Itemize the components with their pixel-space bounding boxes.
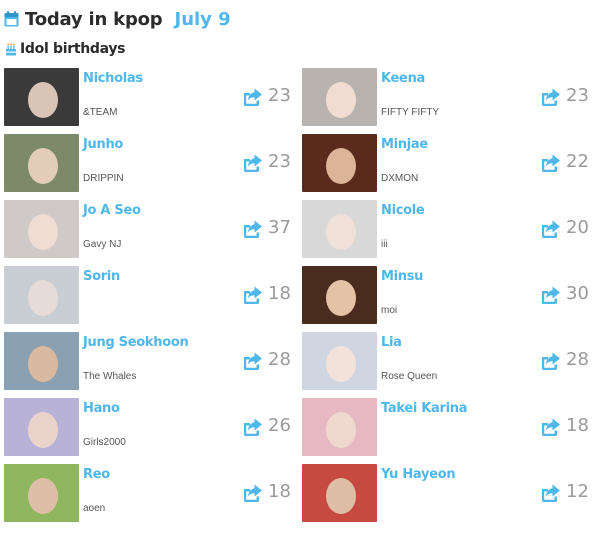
idol-photo[interactable] <box>302 332 377 390</box>
idol-photo[interactable] <box>4 68 79 126</box>
share-count: 28 <box>566 349 589 370</box>
idol-group[interactable]: The Whales <box>83 371 136 382</box>
birthday-list-item[interactable]: Sorin 18 <box>4 266 300 332</box>
idol-photo[interactable] <box>302 398 377 456</box>
birthday-list-item[interactable]: Keena FIFTY FIFTY 23 <box>302 68 598 134</box>
share-icon[interactable] <box>539 417 561 437</box>
idol-name[interactable]: Keena <box>381 71 425 86</box>
idol-photo[interactable] <box>4 200 79 258</box>
share-count: 23 <box>566 85 589 106</box>
page-header: Today in kpop July 9 <box>4 6 231 32</box>
birthday-list-item[interactable]: Reo aoen 18 <box>4 464 300 530</box>
birthday-list-item[interactable]: Minsu moi 30 <box>302 266 598 332</box>
idol-photo[interactable] <box>4 134 79 192</box>
share-icon[interactable] <box>539 219 561 239</box>
idol-group[interactable]: aoen <box>83 503 105 514</box>
section-header: Idol birthdays <box>5 40 126 58</box>
birthday-list-item[interactable]: Jung Seokhoon The Whales 28 <box>4 332 300 398</box>
share-icon[interactable] <box>241 153 263 173</box>
idol-name[interactable]: Minsu <box>381 269 423 284</box>
share-icon[interactable] <box>241 417 263 437</box>
share-icon[interactable] <box>539 153 561 173</box>
idol-name[interactable]: Nicholas <box>83 71 143 86</box>
cake-icon <box>6 43 16 55</box>
idol-photo[interactable] <box>302 464 377 522</box>
section-title: Idol birthdays <box>20 41 126 57</box>
birthday-list-item[interactable]: Nicole iii 20 <box>302 200 598 266</box>
share-count: 23 <box>268 85 291 106</box>
page-date[interactable]: July 9 <box>175 9 231 30</box>
idol-name[interactable]: Junho <box>83 137 123 152</box>
idol-group[interactable]: FIFTY FIFTY <box>381 107 439 118</box>
idol-group[interactable]: &TEAM <box>83 107 117 118</box>
share-count: 18 <box>566 415 589 436</box>
share-count: 37 <box>268 217 291 238</box>
idol-group[interactable]: iii <box>381 239 388 250</box>
idol-photo[interactable] <box>302 200 377 258</box>
share-count: 23 <box>268 151 291 172</box>
birthday-list-item[interactable]: Lia Rose Queen 28 <box>302 332 598 398</box>
share-icon[interactable] <box>241 483 263 503</box>
share-count: 18 <box>268 481 291 502</box>
birthday-list-left: Nicholas &TEAM 23 Junho DRIPPIN 23 Jo A … <box>4 68 300 530</box>
share-count: 22 <box>566 151 589 172</box>
idol-group[interactable]: DRIPPIN <box>83 173 124 184</box>
idol-photo[interactable] <box>4 332 79 390</box>
share-icon[interactable] <box>539 87 561 107</box>
share-count: 30 <box>566 283 589 304</box>
birthday-list-item[interactable]: Nicholas &TEAM 23 <box>4 68 300 134</box>
birthday-list-item[interactable]: Hano Girls2000 26 <box>4 398 300 464</box>
share-count: 12 <box>566 481 589 502</box>
birthday-list-item[interactable]: Takei Karina 18 <box>302 398 598 464</box>
idol-photo[interactable] <box>4 464 79 522</box>
idol-name[interactable]: Jo A Seo <box>83 203 141 218</box>
idol-name[interactable]: Sorin <box>83 269 120 284</box>
share-icon[interactable] <box>241 219 263 239</box>
idol-name[interactable]: Jung Seokhoon <box>83 335 189 350</box>
birthday-list-item[interactable]: Jo A Seo Gavy NJ 37 <box>4 200 300 266</box>
birthday-list-item[interactable]: Minjae DXMON 22 <box>302 134 598 200</box>
idol-photo[interactable] <box>302 68 377 126</box>
share-icon[interactable] <box>241 285 263 305</box>
idol-name[interactable]: Nicole <box>381 203 425 218</box>
idol-name[interactable]: Minjae <box>381 137 428 152</box>
idol-group[interactable]: moi <box>381 305 397 316</box>
idol-photo[interactable] <box>4 266 79 324</box>
birthday-list-item[interactable]: Yu Hayeon 12 <box>302 464 598 530</box>
idol-group[interactable]: DXMON <box>381 173 418 184</box>
idol-photo[interactable] <box>302 266 377 324</box>
birthday-list-item[interactable]: Junho DRIPPIN 23 <box>4 134 300 200</box>
idol-name[interactable]: Hano <box>83 401 120 416</box>
page-title: Today in kpop <box>25 8 163 30</box>
idol-group[interactable]: Gavy NJ <box>83 239 121 250</box>
share-icon[interactable] <box>539 285 561 305</box>
share-icon[interactable] <box>539 351 561 371</box>
share-icon[interactable] <box>241 87 263 107</box>
idol-name[interactable]: Yu Hayeon <box>381 467 456 482</box>
share-count: 20 <box>566 217 589 238</box>
idol-name[interactable]: Takei Karina <box>381 401 468 416</box>
idol-photo[interactable] <box>4 398 79 456</box>
share-count: 26 <box>268 415 291 436</box>
birthday-list-right: Keena FIFTY FIFTY 23 Minjae DXMON 22 Nic… <box>302 68 598 530</box>
idol-name[interactable]: Reo <box>83 467 110 482</box>
idol-name[interactable]: Lia <box>381 335 402 350</box>
idol-group[interactable]: Rose Queen <box>381 371 437 382</box>
share-count: 28 <box>268 349 291 370</box>
share-icon[interactable] <box>539 483 561 503</box>
share-count: 18 <box>268 283 291 304</box>
calendar-icon <box>4 11 19 27</box>
idol-photo[interactable] <box>302 134 377 192</box>
idol-group[interactable]: Girls2000 <box>83 437 126 448</box>
share-icon[interactable] <box>241 351 263 371</box>
